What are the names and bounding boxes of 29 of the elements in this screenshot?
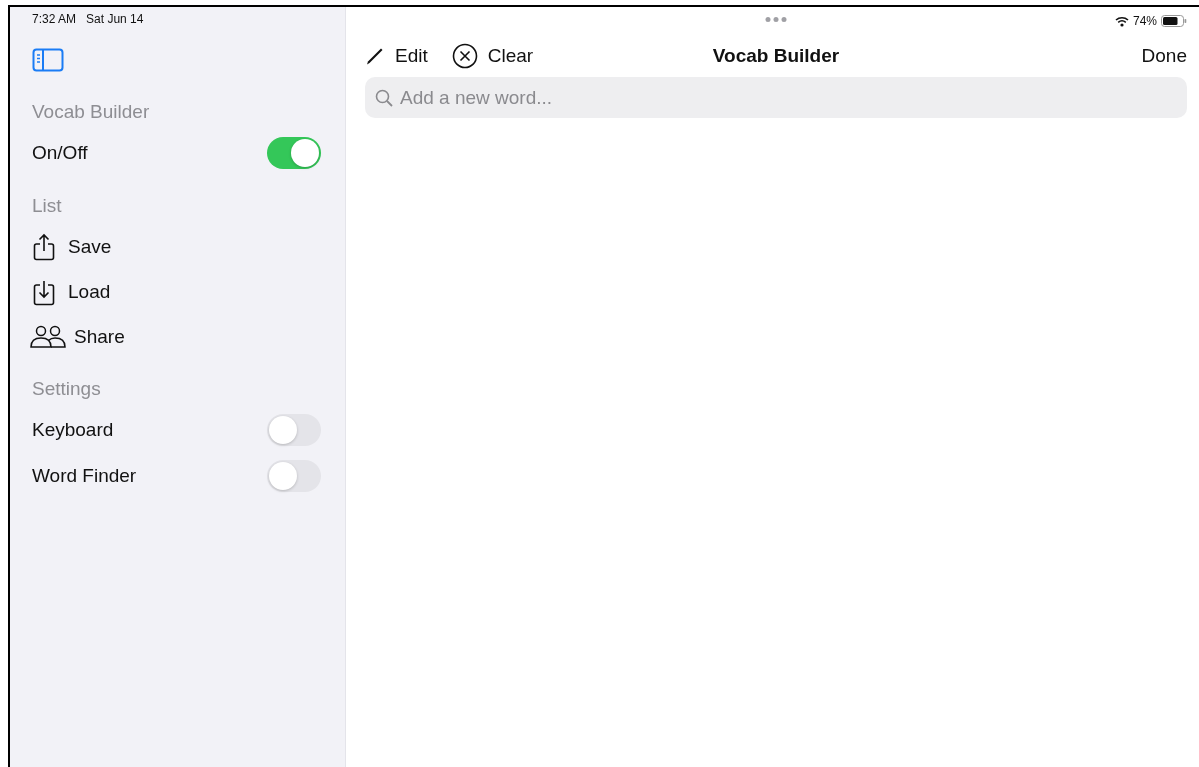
toggle-switch[interactable] [267, 137, 321, 169]
battery-percentage: 74% [1132, 14, 1157, 28]
sidebar-item[interactable]: Save [32, 224, 321, 269]
toggle-switch[interactable] [267, 414, 321, 446]
sidebar-item[interactable]: Load [32, 269, 321, 314]
toggle-switch[interactable] [267, 460, 321, 492]
section-header: List [32, 194, 63, 218]
done-button[interactable]: Done [1141, 45, 1187, 67]
toggle-label: On/Off [32, 142, 88, 164]
upload-icon [32, 232, 56, 261]
pencil-icon [365, 46, 385, 66]
sidebar-item[interactable]: Share [32, 314, 321, 359]
clear-button[interactable]: Clear [451, 43, 534, 69]
people-icon [30, 324, 66, 349]
section-header: Settings [32, 377, 102, 401]
toggle-label: Keyboard [32, 419, 114, 441]
edit-button[interactable]: Edit [365, 45, 428, 67]
section-header: Vocab Builder [32, 100, 151, 124]
wifi-icon [1114, 15, 1129, 27]
close-circle-icon [451, 43, 478, 69]
sidebar-toggle-icon[interactable] [32, 48, 64, 72]
battery-icon [1161, 15, 1187, 27]
status-time: 7:32 AM [32, 12, 77, 26]
toggle-label: Word Finder [32, 465, 137, 487]
search-field[interactable]: Add a new word... [365, 77, 1187, 118]
status-date: Sat Jun 14 [86, 12, 144, 26]
search-icon [375, 89, 393, 107]
multitasking-dots-icon[interactable] [763, 15, 789, 24]
navigation-title: Vocab Builder [712, 45, 840, 67]
